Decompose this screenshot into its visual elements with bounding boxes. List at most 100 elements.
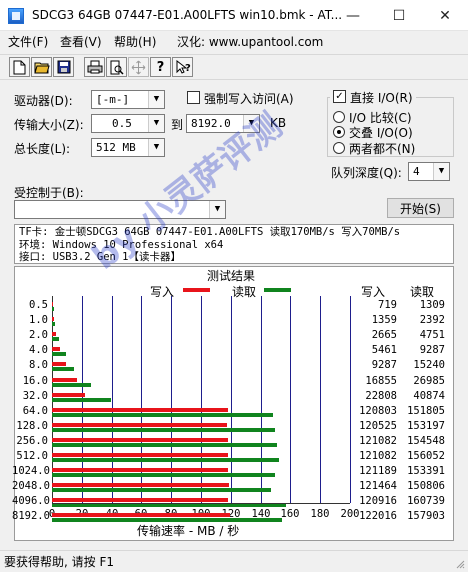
write-value: 121464 xyxy=(359,480,397,493)
read-bar xyxy=(52,473,276,478)
y-tick-label: 128.0 xyxy=(16,419,48,432)
read-value: 154548 xyxy=(407,434,445,447)
window-title: SDCG3 64GB 07447-E01.A00LFTS win10.bmk -… xyxy=(32,8,343,22)
context-help-icon[interactable]: ? xyxy=(172,57,193,77)
read-value: 151805 xyxy=(407,404,445,417)
info-line-1: TF卡: 金士顿SDCG3 64GB 07447-E01.A00LFTS 读取1… xyxy=(19,226,401,238)
transfer-to-select[interactable]: 8192.0 ▼ xyxy=(186,114,260,133)
write-value: 1359 xyxy=(371,314,397,327)
direct-io-checkbox[interactable]: ✓ xyxy=(333,90,346,103)
overlap-io-radio[interactable] xyxy=(333,126,345,138)
read-value: 153197 xyxy=(407,419,445,432)
read-value: 15240 xyxy=(413,359,445,372)
drive-select[interactable]: [-m-] ▼ xyxy=(91,90,165,109)
read-value: 160739 xyxy=(407,495,445,508)
read-bar xyxy=(52,337,59,342)
io-compare-radio[interactable] xyxy=(333,111,345,123)
write-bar xyxy=(52,302,54,306)
write-bar xyxy=(52,407,228,412)
gridline xyxy=(350,296,351,503)
write-value: 120803 xyxy=(359,404,397,417)
print-icon[interactable] xyxy=(84,57,105,77)
read-bar xyxy=(52,307,54,311)
help-icon[interactable]: ? xyxy=(150,57,171,77)
y-tick-label: 16.0 xyxy=(22,374,48,387)
write-value: 121082 xyxy=(359,450,397,462)
overlap-io-label: 交叠 I/O(O) xyxy=(349,126,413,140)
force-write-checkbox[interactable] xyxy=(187,91,200,104)
read-bar xyxy=(52,442,277,447)
menu-localize[interactable]: 汉化: www.upantool.com xyxy=(177,33,323,50)
x-axis-label: 传输速率 - MB / 秒 xyxy=(137,524,240,538)
transfer-from-value: 0.5 xyxy=(112,117,132,130)
drive-label: 驱动器(D): xyxy=(14,94,73,108)
read-value: 2392 xyxy=(419,314,445,327)
queue-depth-label: 队列深度(Q): xyxy=(331,166,402,180)
transfer-to-value: 8192.0 xyxy=(191,117,231,130)
save-icon[interactable] xyxy=(53,57,74,77)
read-value: 156052 xyxy=(407,450,445,462)
y-tick-label: 32.0 xyxy=(22,389,48,402)
read-bar xyxy=(52,322,56,327)
read-value: 1309 xyxy=(419,299,445,311)
app-icon xyxy=(8,8,24,24)
queue-depth-select[interactable]: 4 ▼ xyxy=(408,162,450,181)
x-axis-line xyxy=(52,503,350,504)
write-value: 5461 xyxy=(371,344,397,357)
status-text: 要获得帮助, 请按 F1 xyxy=(4,555,114,569)
legend-read-swatch xyxy=(264,288,291,292)
write-value: 719 xyxy=(378,299,397,311)
y-tick-label: 4096.0 xyxy=(12,495,50,508)
transfer-from-select[interactable]: 0.5 ▼ xyxy=(91,114,165,133)
resize-grip-icon[interactable] xyxy=(455,558,465,569)
total-length-select[interactable]: 512 MB ▼ xyxy=(91,138,165,157)
results-title: 测试结果 xyxy=(207,269,256,283)
write-bar xyxy=(52,317,54,322)
y-tick-label: 2048.0 xyxy=(12,480,50,493)
read-bar xyxy=(52,518,282,523)
menu-view[interactable]: 查看(V) xyxy=(60,33,102,50)
write-bar xyxy=(52,332,56,337)
neither-radio[interactable] xyxy=(333,142,345,154)
read-value: 40874 xyxy=(413,389,445,402)
chevron-down-icon: ▼ xyxy=(148,115,164,132)
description-box[interactable]: TF卡: 金士顿SDCG3 64GB 07447-E01.A00LFTS 读取1… xyxy=(14,224,454,264)
read-value: 9287 xyxy=(419,344,445,357)
info-line-3: 接口: USB3.2 Gen 1【读卡器】 xyxy=(19,251,182,263)
read-bar xyxy=(52,427,275,432)
y-tick-label: 256.0 xyxy=(16,434,48,447)
write-bar xyxy=(52,513,230,518)
controlled-by-label: 受控制于(B): xyxy=(14,186,84,200)
menu-help[interactable]: 帮助(H) xyxy=(114,33,156,50)
read-value: 150806 xyxy=(407,480,445,493)
read-bar xyxy=(52,412,273,417)
menu-file[interactable]: 文件(F) xyxy=(8,33,48,50)
write-value: 9287 xyxy=(371,359,397,372)
write-value: 22808 xyxy=(365,389,397,402)
read-bar xyxy=(52,367,75,372)
new-file-icon[interactable] xyxy=(9,57,30,77)
write-bar xyxy=(52,377,77,382)
read-value: 4751 xyxy=(419,329,445,342)
write-bar xyxy=(52,453,229,457)
start-button[interactable]: 开始(S) xyxy=(387,198,454,218)
to-label: 到 xyxy=(171,118,184,132)
chevron-down-icon: ▼ xyxy=(209,201,225,218)
gridline xyxy=(320,296,321,503)
read-value: 157903 xyxy=(407,510,445,523)
maximize-icon[interactable]: ☐ xyxy=(376,0,422,31)
read-column-header: 读取 xyxy=(410,285,435,299)
move-icon[interactable] xyxy=(128,57,149,77)
close-icon[interactable]: ✕ xyxy=(422,0,468,31)
minimize-icon[interactable]: — xyxy=(330,0,376,31)
x-tick-label: 180 xyxy=(310,508,330,520)
print-preview-icon[interactable] xyxy=(106,57,127,77)
gridline xyxy=(261,296,262,503)
controlled-by-select[interactable]: ▼ xyxy=(14,200,226,219)
open-folder-icon[interactable] xyxy=(31,57,52,77)
chevron-down-icon: ▼ xyxy=(433,163,449,180)
chevron-down-icon: ▼ xyxy=(148,91,164,108)
read-bar xyxy=(52,382,92,387)
write-bar xyxy=(52,468,229,473)
write-value: 121189 xyxy=(359,465,397,478)
